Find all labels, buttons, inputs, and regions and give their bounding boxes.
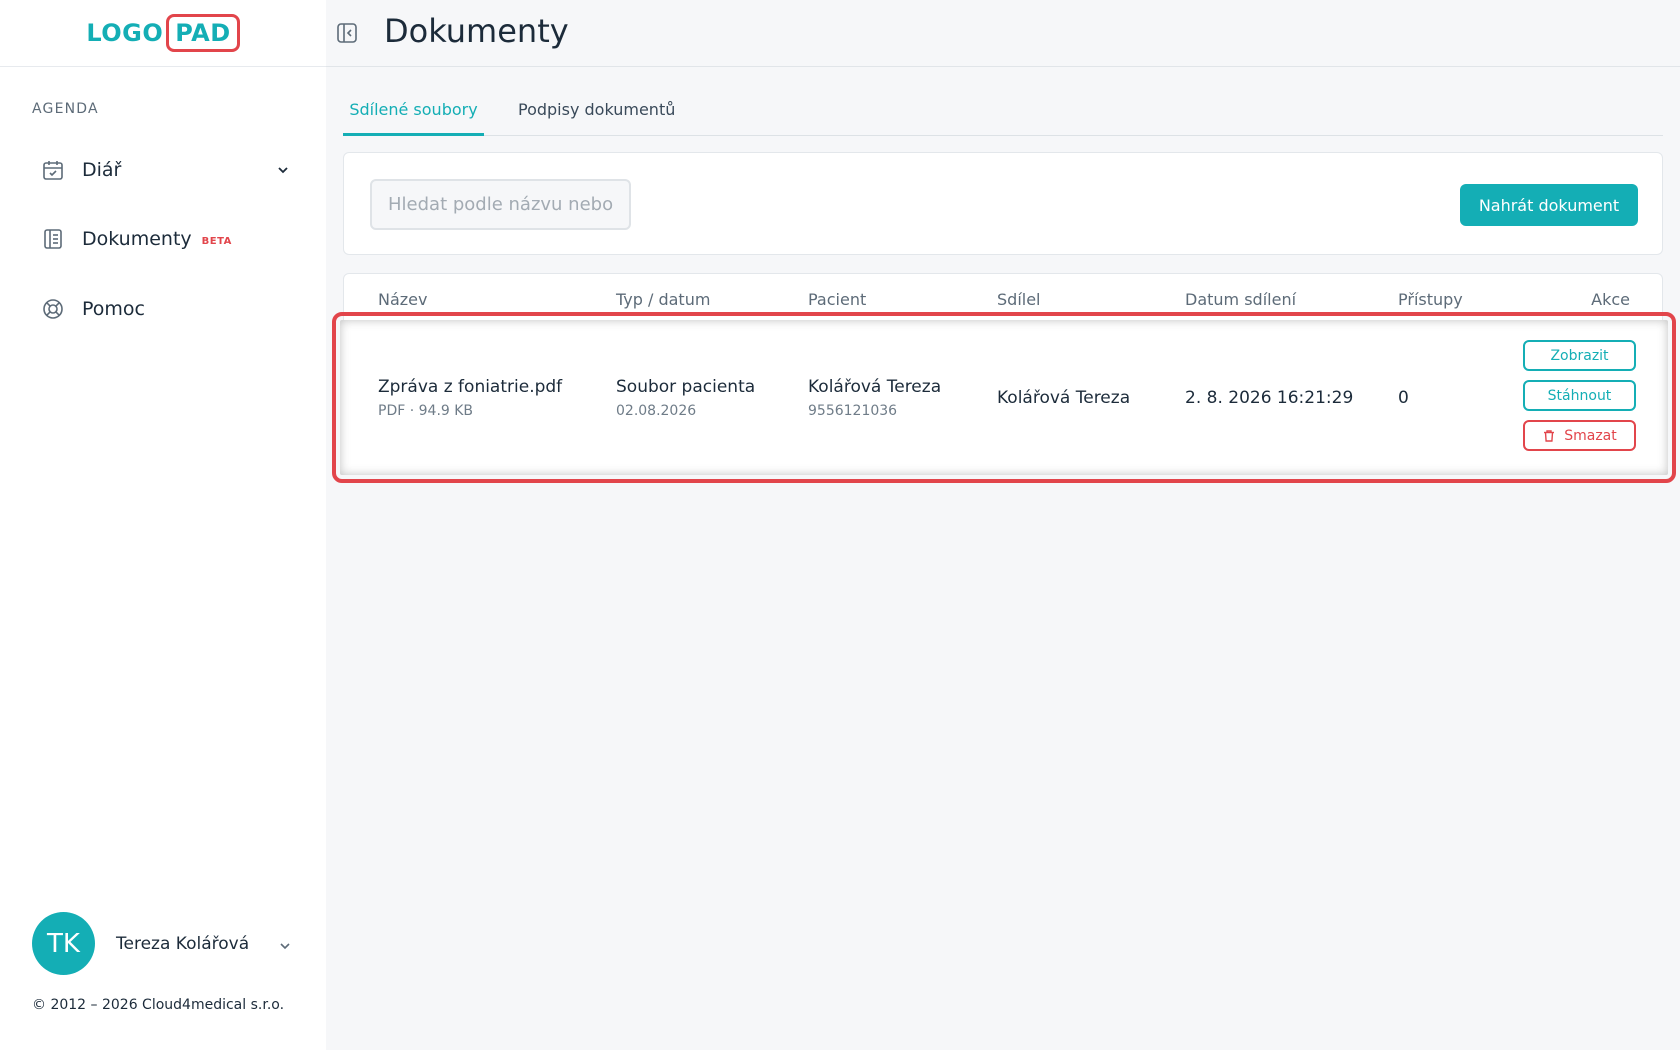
patient-name: Kolářová Tereza [808, 377, 942, 397]
calendar-check-icon [40, 157, 66, 183]
copyright: © 2012 – 2026 Cloud4medical s.r.o. [32, 997, 285, 1013]
sidebar-item-pomoc[interactable]: Pomoc [40, 289, 145, 329]
column-header-sdilel[interactable]: Sdílel [997, 290, 1041, 309]
upload-document-button[interactable]: Nahrát dokument [1460, 184, 1638, 226]
table-row[interactable]: Zpráva z foniatrie.pdf PDF · 94.9 KB Sou… [340, 320, 1668, 475]
file-name[interactable]: Zpráva z foniatrie.pdf [378, 377, 562, 397]
column-header-datum-sdileni[interactable]: Datum sdílení [1185, 290, 1296, 309]
logo-text-primary: LOGO [86, 19, 164, 47]
column-header-pacient[interactable]: Pacient [808, 290, 866, 309]
user-name: Tereza Kolářová [116, 933, 250, 954]
column-header-typ-datum[interactable]: Typ / datum [616, 290, 710, 309]
sidebar-item-dokumenty[interactable]: Dokumenty BETA [40, 219, 232, 259]
topbar: Dokumenty [326, 0, 1680, 67]
search-input[interactable] [370, 179, 631, 230]
view-button[interactable]: Zobrazit [1523, 340, 1636, 371]
sidebar: LOGO PAD AGENDA Diář Dokumenty BETA Pomo… [0, 0, 326, 1050]
file-meta: PDF · 94.9 KB [378, 403, 474, 419]
shared-date: 2. 8. 2026 16:21:29 [1185, 388, 1354, 408]
main-content: Dokumenty Sdílené soubory Podpisy dokume… [326, 0, 1680, 1050]
sidebar-item-label: Diář [82, 159, 122, 181]
sidebar-section-label: AGENDA [32, 101, 99, 117]
user-menu[interactable]: TK Tereza Kolářová [32, 912, 292, 975]
lifebuoy-icon [40, 296, 66, 322]
trash-icon [1542, 429, 1556, 443]
avatar: TK [32, 912, 95, 975]
delete-button-label: Smazat [1564, 427, 1617, 444]
tab-bar: Sdílené soubory Podpisy dokumentů [343, 90, 1663, 136]
page-title: Dokumenty [384, 12, 569, 50]
column-header-akce: Akce [1591, 290, 1630, 309]
sidebar-item-label: Pomoc [82, 298, 145, 320]
search-card: Nahrát dokument [343, 152, 1663, 255]
sidebar-item-label: Dokumenty [82, 228, 192, 250]
patient-id: 9556121036 [808, 403, 898, 419]
tab-sdilene-soubory[interactable]: Sdílené soubory [343, 90, 484, 136]
sidebar-collapse-icon[interactable] [336, 22, 358, 44]
column-header-nazev[interactable]: Název [378, 290, 427, 309]
access-count: 0 [1398, 388, 1409, 408]
chevron-down-icon[interactable] [276, 162, 290, 181]
logo[interactable]: LOGO PAD [86, 14, 240, 52]
sidebar-item-diar[interactable]: Diář [40, 150, 290, 190]
documents-table: Název Typ / datum Pacient Sdílel Datum s… [332, 273, 1676, 483]
delete-button[interactable]: Smazat [1523, 420, 1636, 451]
chevron-down-icon[interactable] [278, 938, 292, 957]
download-button[interactable]: Stáhnout [1523, 380, 1636, 411]
shared-by: Kolářová Tereza [997, 388, 1131, 408]
logo-area: LOGO PAD [0, 0, 326, 67]
tab-podpisy-dokumentu[interactable]: Podpisy dokumentů [518, 90, 675, 136]
logo-text-boxed: PAD [166, 14, 240, 52]
column-header-pristupy[interactable]: Přístupy [1398, 290, 1463, 309]
document-list-icon [40, 226, 66, 252]
beta-badge: BETA [201, 235, 232, 247]
file-type-date: 02.08.2026 [616, 403, 697, 419]
file-type: Soubor pacienta [616, 377, 756, 397]
